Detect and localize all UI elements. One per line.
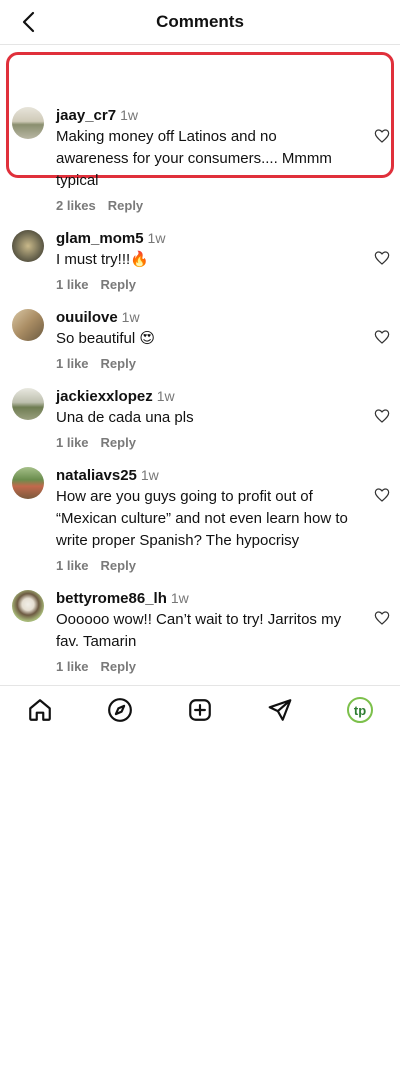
like-count[interactable]: 1 like	[56, 659, 89, 674]
comment-time: 1w	[170, 590, 189, 606]
profile-avatar: tp	[347, 697, 373, 723]
avatar[interactable]	[12, 107, 44, 139]
comment-text: So beautiful 😍	[56, 330, 156, 347]
comment-time: 1w	[156, 388, 175, 404]
compass-icon	[108, 698, 132, 722]
back-button[interactable]	[14, 8, 42, 36]
plus-square-icon	[189, 699, 211, 721]
comment-text: Making money off Latinos and no awarenes…	[56, 128, 332, 189]
avatar[interactable]	[12, 388, 44, 420]
comment-text: How are you guys going to profit out of …	[56, 488, 348, 549]
like-count[interactable]: 2 likes	[56, 198, 96, 213]
profile-tab[interactable]: tp	[346, 696, 374, 724]
bottom-nav: tp	[0, 685, 400, 734]
avatar[interactable]	[12, 467, 44, 499]
comment-username[interactable]: glam_mom5	[56, 230, 144, 247]
reply-button[interactable]: Reply	[101, 435, 136, 450]
comment-username[interactable]: jackiexxlopez	[56, 388, 153, 405]
reply-button[interactable]: Reply	[101, 277, 136, 292]
comment-item: glam_mom5 1w I must try!!!🔥 1 like Reply	[0, 228, 400, 292]
messages-tab[interactable]	[266, 696, 294, 724]
heart-icon[interactable]	[374, 487, 390, 503]
home-tab[interactable]	[26, 696, 54, 724]
comment-item: jaay_cr7 1w Making money off Latinos and …	[0, 105, 400, 213]
heart-icon[interactable]	[374, 128, 390, 144]
comment-item: bettyrome86_lh 1w Oooooo wow!! Can’t wait…	[0, 588, 400, 674]
like-count[interactable]: 1 like	[56, 435, 89, 450]
avatar[interactable]	[12, 309, 44, 341]
avatar[interactable]	[12, 230, 44, 262]
like-count[interactable]: 1 like	[56, 356, 89, 371]
heart-icon[interactable]	[374, 408, 390, 424]
home-icon	[29, 699, 51, 721]
reply-button[interactable]: Reply	[101, 356, 136, 371]
comment-username[interactable]: ouuilove	[56, 309, 118, 326]
comment-time: 1w	[120, 107, 138, 123]
comment-item: nataliavs25 1w How are you guys going to …	[0, 465, 400, 573]
reply-button[interactable]: Reply	[101, 659, 136, 674]
comment-time: 1w	[147, 230, 166, 246]
comment-username[interactable]: nataliavs25	[56, 467, 137, 484]
avatar[interactable]	[12, 590, 44, 622]
reply-button[interactable]: Reply	[108, 198, 143, 213]
heart-icon[interactable]	[374, 610, 390, 626]
comment-time: 1w	[121, 309, 140, 325]
reply-button[interactable]: Reply	[101, 558, 136, 573]
comment-item: ouuilove 1w So beautiful 😍 1 like Reply	[0, 307, 400, 371]
page-title: Comments	[156, 12, 244, 31]
like-count[interactable]: 1 like	[56, 277, 89, 292]
heart-icon[interactable]	[374, 329, 390, 345]
heart-icon[interactable]	[374, 250, 390, 266]
send-icon	[268, 699, 292, 721]
comment-time: 1w	[140, 467, 159, 483]
like-count[interactable]: 1 like	[56, 558, 89, 573]
explore-tab[interactable]	[106, 696, 134, 724]
comment-text: Oooooo wow!! Can’t wait to try! Jarritos…	[56, 611, 342, 650]
comment-text: Una de cada una pls	[56, 409, 194, 426]
comment-text: I must try!!!🔥	[56, 251, 149, 268]
comment-username[interactable]: bettyrome86_lh	[56, 590, 167, 607]
back-arrow-icon	[22, 11, 35, 33]
comment-username[interactable]: jaay_cr7	[56, 107, 116, 124]
create-tab[interactable]	[186, 696, 214, 724]
header-bar: Comments	[0, 0, 400, 45]
comment-item: jackiexxlopez 1w Una de cada una pls 1 li…	[0, 386, 400, 450]
